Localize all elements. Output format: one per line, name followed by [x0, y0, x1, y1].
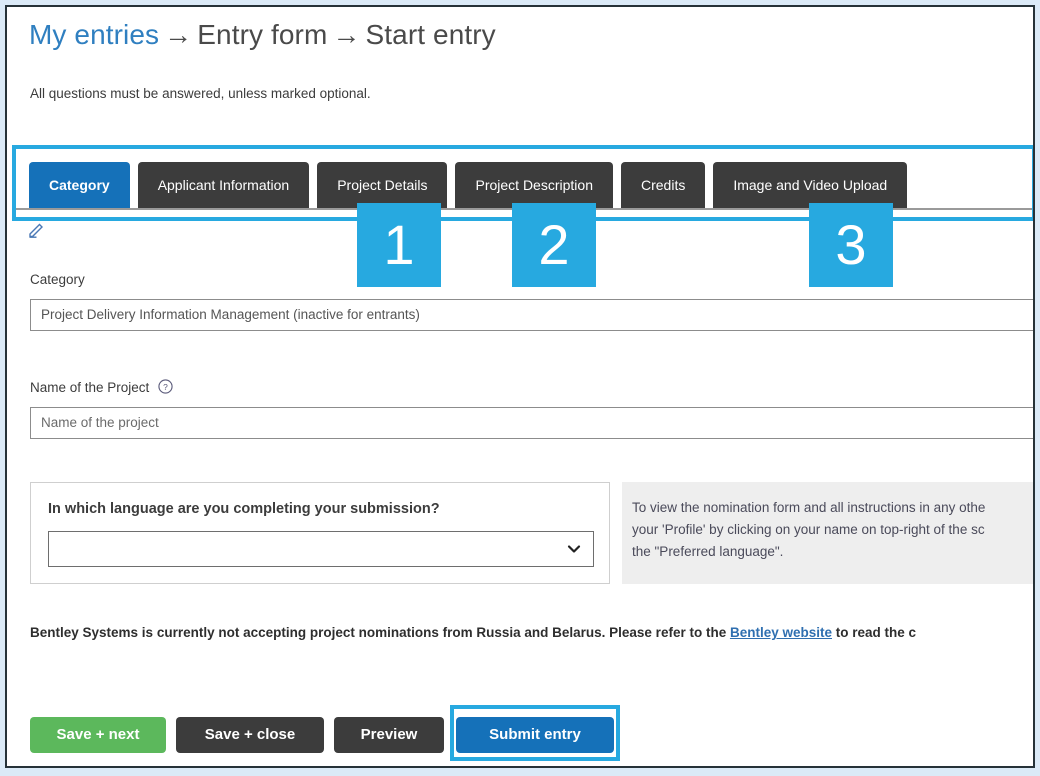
callout-badge-2: 2: [512, 203, 596, 287]
breadcrumb-start-entry: Start entry: [365, 19, 496, 50]
tab-bar: Category Applicant Information Project D…: [29, 162, 915, 208]
project-name-input[interactable]: Name of the project: [30, 407, 1033, 439]
chevron-down-icon: [567, 542, 581, 561]
restriction-notice-text-after: to read the c: [832, 625, 917, 640]
breadcrumb-separator-2: →: [332, 19, 361, 50]
breadcrumb-my-entries[interactable]: My entries: [29, 19, 159, 50]
breadcrumb: My entries → Entry form → Start entry: [29, 19, 496, 51]
tab-image-and-video-upload[interactable]: Image and Video Upload: [713, 162, 908, 208]
callout-badge-1: 1: [357, 203, 441, 287]
submit-entry-button[interactable]: Submit entry: [456, 717, 614, 753]
language-info-text: To view the nomination form and all inst…: [632, 497, 1033, 563]
restriction-notice-text-before: Bentley Systems is currently not accepti…: [30, 625, 730, 640]
language-select[interactable]: [48, 531, 594, 567]
tab-credits[interactable]: Credits: [620, 162, 706, 208]
tab-category[interactable]: Category: [29, 162, 130, 208]
restriction-notice: Bentley Systems is currently not accepti…: [30, 625, 1033, 640]
language-info-line-3: the "Preferred language".: [632, 544, 784, 559]
tab-project-details[interactable]: Project Details: [317, 162, 448, 208]
page-subtitle: All questions must be answered, unless m…: [30, 86, 371, 101]
screen-background: My entries → Entry form → Start entry All qu…: [0, 0, 1040, 776]
bentley-website-link[interactable]: Bentley website: [730, 625, 832, 640]
language-info-box: To view the nomination form and all inst…: [622, 482, 1033, 584]
callout-badge-3: 3: [809, 203, 893, 287]
category-input[interactable]: Project Delivery Information Management …: [30, 299, 1033, 331]
breadcrumb-entry-form[interactable]: Entry form: [197, 19, 327, 50]
project-name-label-text: Name of the Project: [30, 380, 150, 395]
language-question-label: In which language are you completing you…: [48, 501, 440, 517]
language-info-line-1: To view the nomination form and all inst…: [632, 500, 986, 515]
project-name-label: Name of the Project ?: [30, 379, 173, 397]
browser-content-panel: My entries → Entry form → Start entry All qu…: [5, 5, 1035, 768]
save-close-button[interactable]: Save + close: [176, 717, 324, 753]
tab-applicant-information[interactable]: Applicant Information: [137, 162, 310, 208]
svg-text:?: ?: [163, 382, 168, 392]
question-mark-circle-icon[interactable]: ?: [158, 379, 173, 397]
category-label: Category: [30, 272, 85, 287]
preview-button[interactable]: Preview: [334, 717, 444, 753]
pencil-icon[interactable]: [27, 219, 47, 239]
breadcrumb-separator-1: →: [164, 19, 193, 50]
save-next-button[interactable]: Save + next: [30, 717, 166, 753]
tab-project-description[interactable]: Project Description: [455, 162, 613, 208]
language-question-box: In which language are you completing you…: [30, 482, 610, 584]
language-info-line-2: your 'Profile' by clicking on your name …: [632, 522, 985, 537]
